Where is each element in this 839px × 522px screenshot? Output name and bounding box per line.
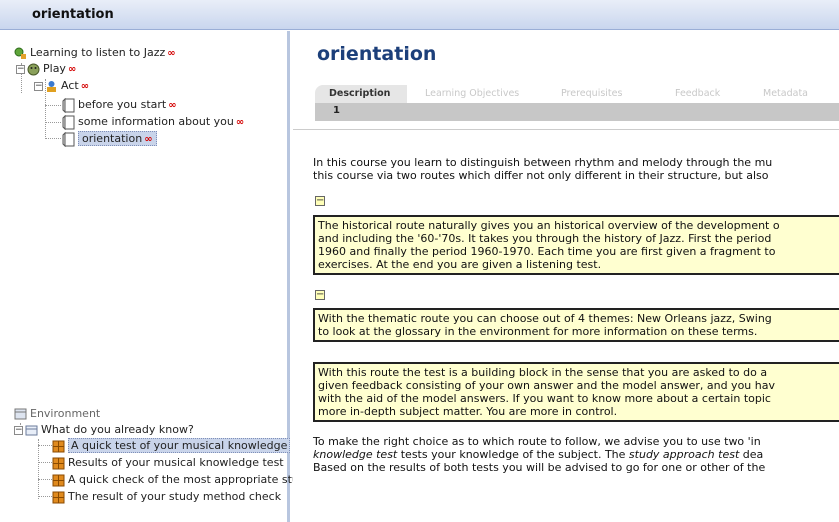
emphasis: knowledge test [313,448,398,461]
text-line: exercises. At the end you are given a li… [318,258,602,271]
text-line: With the thematic route you can choose o… [318,312,772,325]
tab-description[interactable]: Description [315,85,407,103]
text-line: this course via two routes which differ … [313,169,769,182]
page-icon [62,131,75,147]
environment-label: Environment [30,407,101,420]
tree-connector [38,462,52,463]
tree-item-label: some information about you [78,115,234,128]
text-line: Based on the results of both tests you w… [313,461,766,474]
intro-paragraph: In this course you learn to distinguish … [313,156,772,182]
environment-folder-label: What do you already know? [41,423,194,436]
test-icon [52,457,65,469]
tab-learning-objectives[interactable]: Learning Objectives [411,85,537,103]
test-icon [52,491,65,503]
text-line: more in-depth subject matter. You are mo… [318,405,618,418]
text-line: given feedback consisting of your own an… [318,379,775,392]
tree-connector [38,479,52,480]
collapse-icon[interactable]: − [14,425,23,435]
infinity-icon: ∞ [168,100,177,111]
text-line: knowledge test tests your knowledge of t… [313,448,765,461]
text-line: with the aid of the model answers. If yo… [318,392,771,405]
tree-item-label: before you start [78,98,167,111]
tab-feedback[interactable]: Feedback [661,85,745,103]
tree-node-act[interactable]: − Act ∞ [34,78,89,94]
environment-item-selected[interactable]: A quick test of your musical knowledge [52,438,291,454]
collapse-icon[interactable]: − [16,64,25,74]
environment-item[interactable]: A quick check of the most appropriate st… [52,472,299,488]
collapse-toggle-icon[interactable]: − [315,196,325,206]
text-line: In this course you learn to distinguish … [313,156,773,169]
tab-bar: 1 [315,103,839,121]
environment-item[interactable]: Results of your musical knowledge test [52,455,284,471]
environment-icon [14,408,27,420]
tree-node-act-label: Act [61,79,79,92]
text-line: 1960 and finally the period 1960-1970. E… [318,245,776,258]
thematic-route-box: With the thematic route you can choose o… [313,308,839,342]
text-line: and including the '60-'70s. It takes you… [318,232,772,245]
selected-item-highlight: orientation ∞ [78,131,157,146]
folder-icon [25,425,38,436]
tree-item-label: orientation [82,132,143,145]
collapse-toggle-icon[interactable]: − [315,290,325,300]
environment-item-label: Results of your musical knowledge test [68,456,284,469]
title-bar: orientation [0,0,839,30]
environment-item-label: A quick check of the most appropriate st… [68,473,299,486]
learning-design-icon [14,47,26,59]
environment-item-label: The result of your study method check [68,490,282,503]
infinity-icon: ∞ [167,48,176,59]
infinity-icon: ∞ [144,134,153,145]
window-title: orientation [32,7,114,22]
tree-connector [45,138,61,139]
text-span: tests your knowledge of the subject. The [397,448,629,461]
tree-connector [45,122,61,123]
historical-route-box: The historical route naturally gives you… [313,215,839,275]
tree-connector [38,445,52,446]
tree-node-play-label: Play [43,62,66,75]
tree-root[interactable]: Learning to listen to Jazz ∞ [14,45,176,61]
divider [293,129,839,130]
environment-folder[interactable]: − What do you already know? [14,422,194,438]
content-pane[interactable]: orientation Description Learning Objecti… [293,31,839,522]
tree-root-label: Learning to listen to Jazz [30,46,166,59]
emphasis: study approach test [628,448,740,461]
page-icon [62,97,75,113]
tree-node-play[interactable]: − Play ∞ [16,61,76,77]
infinity-icon: ∞ [235,117,245,128]
text-line: With this route the test is a building b… [318,366,768,379]
text-line: To make the right choice as to which rou… [313,435,761,448]
text-span: dea [739,448,764,461]
tree-connector [38,439,39,499]
structure-pane[interactable]: Learning to listen to Jazz ∞ − Play ∞ − Ac… [0,31,299,522]
text-line: The historical route naturally gives you… [318,219,780,232]
page-title: orientation [317,43,437,65]
collapse-icon[interactable]: − [34,81,43,91]
infinity-icon: ∞ [67,64,77,75]
test-icon [52,474,65,486]
act-icon [47,80,56,92]
test-icon [52,440,65,452]
environment-item[interactable]: The result of your study method check [52,489,281,505]
tree-connector [45,105,61,106]
environment-header[interactable]: Environment [14,406,100,422]
infinity-icon: ∞ [80,81,90,92]
advice-paragraph: To make the right choice as to which rou… [313,435,765,474]
tree-connector [38,496,52,497]
environment-item-label: A quick test of your musical knowledge [68,438,291,453]
tab-number: 1 [333,105,340,116]
tree-item[interactable]: some information about you ∞ [62,114,244,130]
text-line: to look at the glossary in the environme… [318,325,758,338]
tree-item-selected[interactable]: orientation ∞ [62,131,157,147]
tab-strip: Description Learning Objectives Prerequi… [315,85,839,103]
test-route-box: With this route the test is a building b… [313,362,839,422]
tab-prerequisites[interactable]: Prerequisites [547,85,651,103]
tree-item[interactable]: before you start ∞ [62,97,177,113]
tab-metadata[interactable]: Metadata [749,85,835,103]
play-icon [27,63,40,75]
page-icon [62,114,75,130]
